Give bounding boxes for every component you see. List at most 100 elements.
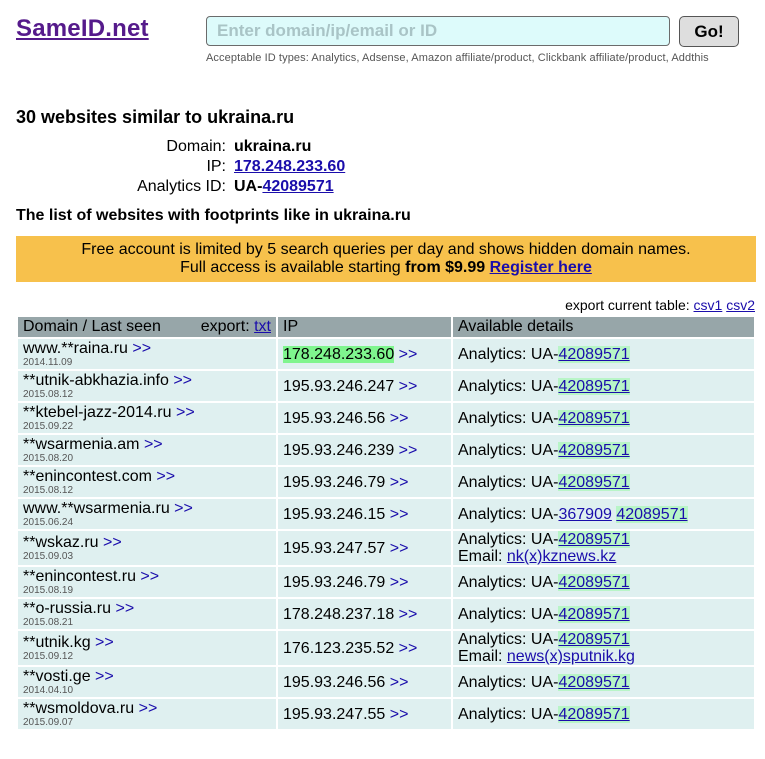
domain-name: **o-russia.ru [23, 600, 112, 617]
ip-more-link[interactable]: >> [390, 574, 409, 591]
header-domain: Domain / Last seen export: txt [18, 317, 276, 337]
analytics-id-link[interactable]: 42089571 [558, 605, 630, 623]
analytics-id-link[interactable]: 367909 [558, 506, 611, 523]
export-csv2-link[interactable]: csv2 [726, 297, 755, 313]
domain-more-link[interactable]: >> [139, 700, 158, 717]
domain-line: **enincontest.com >> [23, 468, 271, 485]
analytics-id-link[interactable]: 42089571 [558, 531, 630, 548]
last-seen-date: 2014.11.09 [23, 357, 73, 368]
analytics-prefix: Analytics: UA- [458, 441, 559, 459]
analytics-id-link[interactable]: 42089571 [558, 345, 630, 363]
search-input[interactable] [206, 16, 670, 46]
domain-line: www.**raina.ru >> [23, 340, 271, 357]
analytics-prefix: Analytics: UA- [458, 377, 559, 395]
domain-line: **o-russia.ru >> [23, 600, 271, 617]
domain-more-link[interactable]: >> [95, 668, 114, 685]
domain-line: **wsarmenia.am >> [23, 436, 271, 453]
ip-more-link[interactable]: >> [390, 706, 409, 723]
table-header-row: Domain / Last seen export: txt IP Availa… [18, 317, 754, 337]
ip-more-link[interactable]: >> [390, 474, 409, 491]
domain-cell: **vosti.ge >> 2014.04.10 [18, 667, 276, 697]
analytics-value: UA-42089571 [234, 178, 334, 196]
ip-more-link[interactable]: >> [399, 378, 418, 395]
acceptable-id-types-note: Acceptable ID types: Analytics, Adsense,… [206, 52, 709, 64]
analytics-id-link[interactable]: 42089571 [558, 377, 630, 395]
last-seen-date: 2015.08.12 [23, 485, 74, 496]
ip-address: 195.93.246.15 [283, 505, 386, 523]
domain-cell: **enincontest.ru >> 2015.08.19 [18, 567, 276, 597]
analytics-id-link[interactable]: 42089571 [558, 441, 630, 459]
domain-more-link[interactable]: >> [173, 372, 192, 389]
ip-more-link[interactable]: >> [399, 442, 418, 459]
site-logo[interactable]: SameID.net [16, 15, 149, 43]
analytics-id-link[interactable]: 42089571 [558, 409, 630, 427]
ip-more-link[interactable]: >> [390, 410, 409, 427]
ip-value-link[interactable]: 178.248.233.60 [234, 158, 345, 176]
ip-more-link[interactable]: >> [390, 674, 409, 691]
domain-more-link[interactable]: >> [176, 404, 195, 421]
table-row: **o-russia.ru >> 2015.08.21 178.248.237.18… [18, 599, 754, 629]
domain-cell: **wskaz.ru >> 2015.09.03 [18, 531, 276, 565]
table-row: **wsarmenia.am >> 2015.08.20 195.93.246.23… [18, 435, 754, 465]
domain-more-link[interactable]: >> [174, 500, 193, 517]
details-cell: Analytics: UA-42089571 [453, 599, 754, 629]
domain-more-link[interactable]: >> [132, 340, 151, 357]
banner-line-1: Free account is limited by 5 search quer… [81, 241, 691, 258]
ip-more-link[interactable]: >> [399, 346, 418, 363]
analytics-prefix: Analytics: UA- [458, 573, 559, 591]
ip-more-link[interactable]: >> [390, 540, 409, 557]
domain-cell: **wsmoldova.ru >> 2015.09.07 [18, 699, 276, 729]
analytics-id-link[interactable]: 42089571 [558, 573, 630, 591]
details-cell: Analytics: UA-42089571 Email: news(x)sput… [453, 631, 754, 665]
details-cell: Analytics: UA-42089571 [453, 339, 754, 369]
analytics-id-link[interactable]: 42089571 [558, 673, 630, 691]
last-seen-date: 2015.09.07 [23, 717, 74, 728]
email-link[interactable]: nk(x)kznews.kz [507, 548, 616, 565]
email-link[interactable]: news(x)sputnik.kg [507, 648, 635, 665]
analytics-prefix: Analytics: UA- [458, 473, 559, 491]
domain-more-link[interactable]: >> [140, 568, 159, 585]
table-row: **utnik-abkhazia.info >> 2015.08.12 195.93… [18, 371, 754, 401]
ip-address: 195.93.246.79 [283, 573, 386, 591]
export-csv1-link[interactable]: csv1 [694, 297, 723, 313]
table-row: **wsmoldova.ru >> 2015.09.07 195.93.247.55… [18, 699, 754, 729]
domain-more-link[interactable]: >> [103, 534, 122, 551]
domain-more-link[interactable]: >> [115, 600, 134, 617]
banner-line-2-prefix: Full access is available starting [180, 259, 406, 276]
go-button[interactable]: Go! [679, 16, 739, 47]
analytics-id-link[interactable]: 42089571 [616, 505, 688, 523]
domain-name: **enincontest.com [23, 468, 152, 485]
analytics-id-link[interactable]: 42089571 [558, 705, 630, 723]
ip-cell: 195.93.246.247 >> [278, 371, 451, 401]
ip-more-link[interactable]: >> [399, 606, 418, 623]
domain-line: **utnik.kg >> [23, 634, 271, 651]
analytics-prefix: Analytics: UA- [458, 705, 559, 723]
ip-cell: 195.93.246.56 >> [278, 403, 451, 433]
analytics-id-link[interactable]: 42089571 [558, 631, 630, 648]
domain-more-link[interactable]: >> [156, 468, 175, 485]
register-link[interactable]: Register here [490, 259, 592, 276]
header-domain-label: Domain / Last seen [23, 318, 161, 335]
domain-cell: **o-russia.ru >> 2015.08.21 [18, 599, 276, 629]
details-cell: Analytics: UA-42089571 Email: nk(x)kznews… [453, 531, 754, 565]
domain-name: **utnik.kg [23, 634, 91, 651]
analytics-id-link[interactable]: 42089571 [262, 178, 333, 195]
domain-more-link[interactable]: >> [95, 634, 114, 651]
last-seen-date: 2015.08.20 [23, 453, 74, 464]
export-txt-link[interactable]: txt [254, 318, 271, 335]
ip-address: 195.93.246.239 [283, 441, 395, 459]
ip-address: 195.93.246.56 [283, 409, 386, 427]
table-body: www.**raina.ru >> 2014.11.09 178.248.233.6… [18, 339, 754, 729]
analytics-prefix: Analytics: UA- [458, 409, 559, 427]
last-seen-date: 2015.06.24 [23, 517, 74, 528]
analytics-prefix: Analytics: UA- [458, 605, 559, 623]
analytics-id-link[interactable]: 42089571 [558, 473, 630, 491]
domain-more-link[interactable]: >> [144, 436, 163, 453]
domain-name: www.**wsarmenia.ru [23, 500, 170, 517]
ip-more-link[interactable]: >> [399, 640, 418, 657]
table-row: **enincontest.com >> 2015.08.12 195.93.246… [18, 467, 754, 497]
analytics-prefix: Analytics: UA- [458, 505, 559, 523]
ip-more-link[interactable]: >> [390, 506, 409, 523]
domain-name: **wskaz.ru [23, 534, 99, 551]
banner-line-2: Full access is available starting from $… [16, 259, 756, 277]
